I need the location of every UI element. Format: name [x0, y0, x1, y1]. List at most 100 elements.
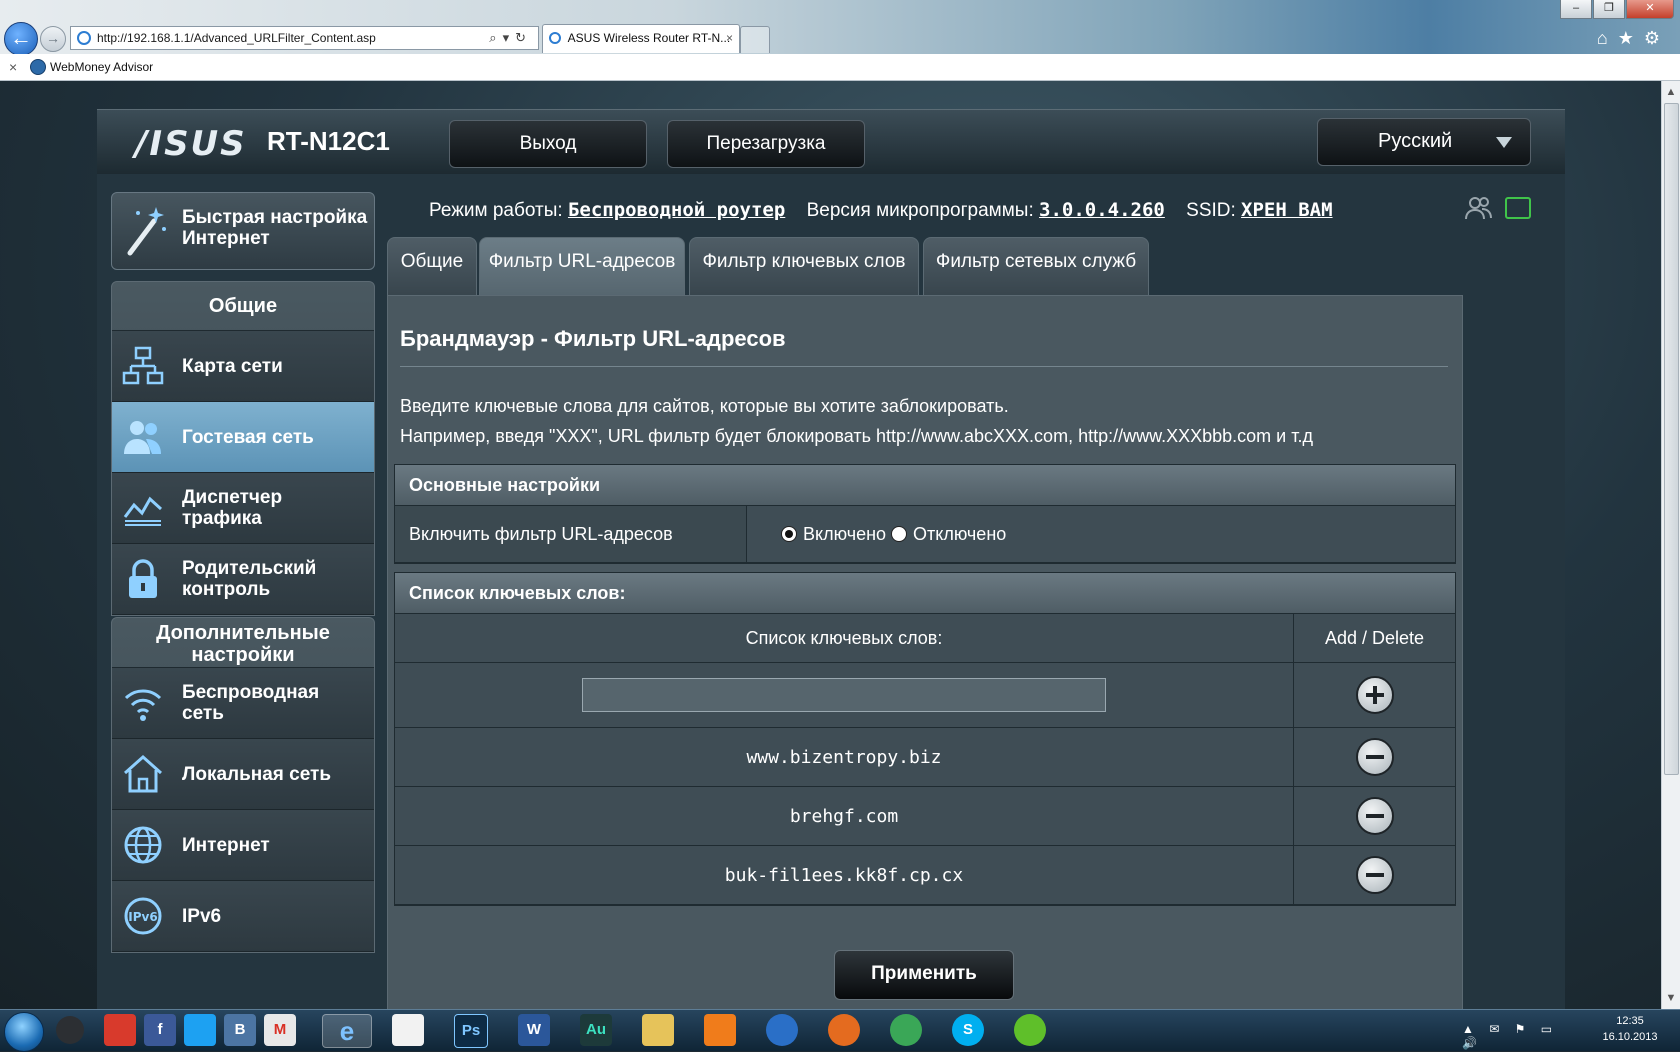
- sidebar-item-ipv6[interactable]: IPv6 IPv6: [112, 881, 374, 952]
- wireless-icon: [124, 689, 162, 721]
- word-icon[interactable]: W: [518, 1014, 550, 1046]
- enable-off-radio[interactable]: [891, 526, 907, 542]
- new-tab-button[interactable]: [740, 26, 770, 53]
- vk-icon[interactable]: B: [224, 1014, 256, 1046]
- apply-button[interactable]: Применить: [834, 950, 1014, 1000]
- column-keyword: Список ключевых слов:: [395, 614, 1294, 662]
- address-url[interactable]: http://192.168.1.1/Advanced_URLFilter_Co…: [97, 27, 376, 49]
- general-section: Общие Карта сети Гостевая сеть Диспетчер…: [111, 281, 375, 616]
- tab-keyword-filter[interactable]: Фильтр ключевых слов: [689, 237, 919, 296]
- basic-settings-header: Основные настройки: [395, 465, 1455, 506]
- firefox-icon[interactable]: [828, 1014, 860, 1046]
- twitter-icon[interactable]: [184, 1014, 216, 1046]
- delete-keyword-button[interactable]: [1355, 797, 1394, 835]
- clock-date: 16.10.2013: [1602, 1031, 1658, 1043]
- page-title: Брандмауэр - Фильтр URL-адресов: [400, 326, 786, 351]
- keyword-input[interactable]: [582, 678, 1106, 712]
- keyword-list-columns: Список ключевых слов: Add / Delete: [395, 614, 1455, 663]
- sidebar-item-network-map[interactable]: Карта сети: [112, 331, 374, 402]
- scroll-up-icon[interactable]: ▲: [1662, 83, 1680, 101]
- advanced-title-line1: Дополнительные: [156, 622, 330, 644]
- quick-setup-button[interactable]: Быстрая настройка Интернет: [111, 192, 375, 270]
- sidebar-item-traffic-manager[interactable]: Диспетчер трафика: [112, 473, 374, 544]
- internet-explorer-taskbar-icon[interactable]: e: [322, 1014, 372, 1048]
- firmware-value[interactable]: 3.0.0.4.260: [1039, 199, 1165, 221]
- file-explorer-icon[interactable]: [642, 1014, 674, 1046]
- clock[interactable]: 12:35 16.10.2013: [1590, 1013, 1670, 1045]
- minus-icon: [1365, 755, 1384, 759]
- mode-value[interactable]: Беспроводной роутер: [568, 199, 785, 221]
- sidebar-item-parental-control[interactable]: Родительский контроль: [112, 544, 374, 615]
- browser-tab[interactable]: ASUS Wireless Router RT-N... ×: [542, 24, 740, 53]
- enable-on-label[interactable]: Включено: [803, 506, 886, 562]
- media-player-icon[interactable]: [704, 1014, 736, 1046]
- sidebar-label-lan: Локальная сеть: [182, 763, 332, 785]
- keyword-list-header: Список ключевых слов:: [395, 573, 1455, 614]
- ssid-value[interactable]: ХРЕН ВАМ: [1241, 199, 1333, 221]
- language-select[interactable]: Русский: [1317, 118, 1531, 166]
- tab-network-services-filter[interactable]: Фильтр сетевых служб: [923, 237, 1149, 296]
- ssid-label: SSID:: [1186, 200, 1236, 221]
- sidebar-label-parental-2: контроль: [182, 579, 271, 600]
- scroll-thumb[interactable]: [1664, 103, 1679, 775]
- icq-icon[interactable]: [1014, 1014, 1046, 1046]
- logout-button[interactable]: Выход: [449, 120, 647, 168]
- plus-icon-vertical: [1372, 686, 1377, 704]
- delete-keyword-button[interactable]: [1355, 738, 1394, 776]
- audition-icon[interactable]: Au: [580, 1014, 612, 1046]
- tab-close-icon[interactable]: ×: [726, 25, 733, 52]
- language-value: Русский: [1378, 130, 1453, 152]
- browser-titlebar: – ❐ ✕ ← → http://192.168.1.1/Advanced_UR…: [0, 0, 1680, 56]
- favorites-item[interactable]: WebMoney Advisor: [50, 54, 153, 80]
- ie-tab-icon: [549, 32, 561, 44]
- reboot-button[interactable]: Перезагрузка: [667, 120, 865, 168]
- close-bar-icon[interactable]: ×: [9, 54, 17, 80]
- chrome-icon[interactable]: [890, 1014, 922, 1046]
- address-bar[interactable]: http://192.168.1.1/Advanced_URLFilter_Co…: [70, 26, 539, 50]
- photoshop-icon[interactable]: Ps: [454, 1014, 488, 1048]
- tab-url-filter[interactable]: Фильтр URL-адресов: [479, 237, 685, 296]
- sidebar-item-internet[interactable]: Интернет: [112, 810, 374, 881]
- sidebar-label-network-map: Карта сети: [182, 355, 283, 377]
- gmail-icon[interactable]: M: [264, 1014, 296, 1046]
- keyword-entry: www.bizentropy.biz: [395, 728, 1294, 786]
- close-window-button[interactable]: ✕: [1626, 0, 1674, 19]
- maximize-button[interactable]: ❐: [1593, 0, 1625, 19]
- webmoney-icon: [30, 59, 46, 75]
- page-scrollbar[interactable]: ▲ ▼: [1661, 81, 1680, 1009]
- tab-general[interactable]: Общие: [387, 237, 477, 296]
- angry-birds-icon[interactable]: [104, 1014, 136, 1046]
- sidebar-item-guest-network[interactable]: Гостевая сеть: [112, 402, 374, 473]
- usb-status-icon[interactable]: [1505, 197, 1531, 219]
- forward-arrow-icon[interactable]: →: [40, 26, 66, 52]
- start-button[interactable]: [4, 1012, 44, 1052]
- sidebar-item-lan[interactable]: Локальная сеть: [112, 739, 374, 810]
- page-viewport: /ISUS RT-N12C1 Выход Перезагрузка Русски…: [0, 81, 1662, 1009]
- address-tools-icon[interactable]: ⌕▾↻: [489, 27, 532, 49]
- itunes-icon[interactable]: [766, 1014, 798, 1046]
- add-keyword-button[interactable]: [1355, 676, 1394, 714]
- home-icon: [124, 754, 162, 793]
- sidebar-item-wireless[interactable]: Беспроводная сеть: [112, 668, 374, 739]
- scroll-down-icon[interactable]: ▼: [1662, 989, 1680, 1007]
- clients-icon[interactable]: [1465, 195, 1493, 221]
- minimize-button[interactable]: –: [1560, 0, 1592, 19]
- back-arrow-icon[interactable]: ←: [4, 22, 38, 56]
- delete-cell: [1294, 846, 1455, 904]
- enable-on-radio[interactable]: [781, 526, 797, 542]
- delete-keyword-button[interactable]: [1355, 856, 1394, 894]
- picasa-icon[interactable]: [392, 1014, 424, 1046]
- home-star-gear-icons[interactable]: ⌂★⚙: [1597, 28, 1670, 49]
- ie-shortcut-icon[interactable]: [56, 1016, 84, 1044]
- sidebar-label-wireless-2: сеть: [182, 703, 224, 724]
- traffic-manager-icon: [123, 496, 163, 526]
- router-model: RT-N12C1: [267, 126, 390, 156]
- ie-page-icon: [77, 31, 91, 45]
- enable-off-label[interactable]: Отключено: [913, 506, 1006, 562]
- facebook-icon[interactable]: f: [144, 1014, 176, 1046]
- firmware-label: Версия микропрограммы:: [806, 200, 1034, 221]
- keyword-input-row: [395, 663, 1455, 728]
- globe-icon: [124, 826, 162, 864]
- tray-icons[interactable]: ▲ ✉ ⚑ ▭ 🔊: [1462, 1022, 1582, 1050]
- skype-icon[interactable]: S: [952, 1014, 984, 1046]
